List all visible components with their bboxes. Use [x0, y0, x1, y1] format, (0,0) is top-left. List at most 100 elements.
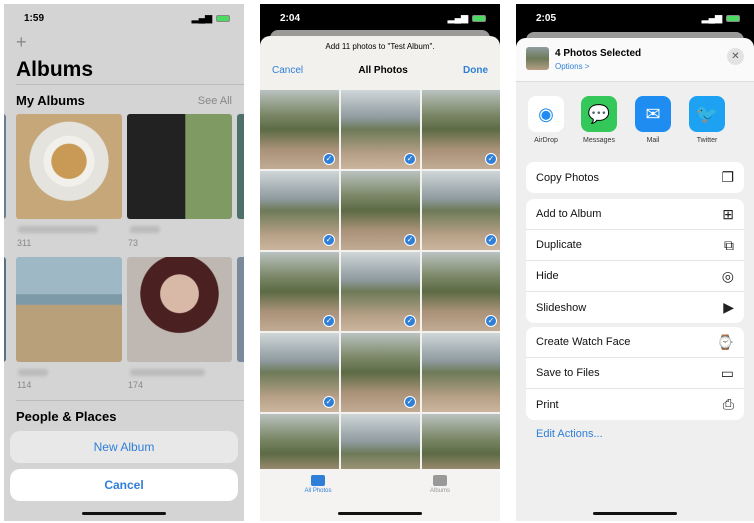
battery-icon [726, 14, 740, 22]
action-save-to-files[interactable]: Save to Files ▭ [526, 358, 744, 389]
checkmark-icon: ✓ [323, 396, 335, 408]
app-label: Mail [646, 137, 660, 144]
photos-icon [311, 475, 325, 486]
action-hide[interactable]: Hide ◎ [526, 261, 744, 292]
photo-cell[interactable]: ✓ [260, 333, 339, 412]
printer-icon: ⎙ [722, 396, 734, 412]
home-indicator [338, 512, 422, 515]
status-bar: 1:59 ▂▄▆ [4, 4, 244, 32]
tab-all-photos[interactable]: All Photos [298, 475, 338, 494]
options-link[interactable]: Options > [555, 62, 589, 71]
photo-cell[interactable]: ✓ [341, 90, 420, 169]
app-label: AirDrop [534, 137, 558, 144]
album-count: 73 [128, 238, 139, 248]
action-copy-photos[interactable]: Copy Photos ❐ [526, 162, 744, 193]
see-all-link[interactable]: See All [198, 95, 232, 107]
add-album-icon: ⊞ [722, 205, 734, 222]
action-label: Copy Photos [536, 171, 599, 184]
prompt-text: Add 11 photos to "Test Album". [325, 42, 435, 51]
photo-cell[interactable]: ✓ [341, 333, 420, 412]
divider [16, 400, 244, 401]
status-time: 1:59 [24, 12, 45, 24]
action-group: Create Watch Face ⌚ Save to Files ▭ Print ⎙ [526, 327, 744, 420]
checkmark-icon: ✓ [323, 315, 335, 327]
album-name-blurred [18, 369, 48, 376]
photo-cell[interactable]: ✓ [341, 171, 420, 250]
duplicate-icon: ⧉ [724, 236, 734, 253]
action-create-watch-face[interactable]: Create Watch Face ⌚ [526, 327, 744, 358]
selection-thumbnail [526, 47, 549, 70]
photo-cell[interactable]: ✓ [422, 171, 500, 250]
tab-label: Albums [429, 488, 450, 494]
photo-grid: ✓ ✓ ✓ ✓ ✓ ✓ ✓ ✓ ✓ ✓ ✓ [260, 90, 500, 493]
album-count: 114 [17, 380, 32, 390]
checkmark-icon: ✓ [485, 153, 497, 165]
album-thumb[interactable] [4, 114, 6, 219]
action-label: Hide [536, 270, 559, 282]
checkmark-icon: ✓ [404, 153, 416, 165]
checkmark-icon: ✓ [323, 153, 335, 165]
action-duplicate[interactable]: Duplicate ⧉ [526, 230, 744, 261]
battery-icon [216, 14, 230, 22]
album-name-blurred [18, 226, 98, 233]
action-group: Add to Album ⊞ Duplicate ⧉ Hide ◎ Slideshow ▶ [526, 199, 744, 323]
photo-cell[interactable]: ✓ [341, 252, 420, 331]
album-count: 174 [128, 380, 144, 390]
albums-screen: 1:59 ▂▄▆ + Albums My Albums See All 311 … [4, 4, 244, 521]
action-print[interactable]: Print ⎙ [526, 389, 744, 420]
photo-cell[interactable]: ✓ [422, 252, 500, 331]
copy-icon: ❐ [721, 169, 734, 185]
status-time: 2:04 [280, 12, 301, 24]
album-thumb-selfie[interactable] [127, 257, 232, 362]
album-thumb-coffee[interactable] [16, 114, 122, 219]
messages-icon: 💬 [581, 96, 617, 132]
section-title: People & Places [16, 409, 117, 424]
hide-icon: ◎ [721, 267, 734, 284]
album-thumb[interactable] [237, 114, 244, 219]
picker-title: All Photos [358, 65, 408, 76]
folder-icon: ▭ [720, 364, 734, 381]
share-app-messages[interactable]: 💬 Messages [579, 96, 619, 144]
cancel-button[interactable]: Cancel [10, 469, 238, 501]
album-thumb-beach[interactable] [16, 257, 122, 362]
edit-actions-link[interactable]: Edit Actions... [536, 428, 603, 440]
album-count: 311 [17, 238, 32, 248]
app-label: Twitter [696, 137, 718, 144]
close-icon[interactable]: ✕ [727, 48, 744, 65]
checkmark-icon: ✓ [323, 234, 335, 246]
twitter-icon: 🐦 [689, 96, 725, 132]
photo-cell[interactable] [422, 333, 500, 412]
home-indicator [82, 512, 166, 515]
share-title: 4 Photos Selected [555, 48, 642, 59]
photo-cell[interactable]: ✓ [260, 252, 339, 331]
share-app-airdrop[interactable]: ◉ AirDrop [526, 96, 566, 144]
checkmark-icon: ✓ [404, 234, 416, 246]
section-title: My Albums [16, 93, 85, 108]
signal-icon: ▂▄▆ [701, 12, 722, 23]
action-label: Add to Album [536, 208, 602, 220]
photo-picker-screen: 2:04 ▂▄▆ Add 11 photos to "Test Album". … [260, 4, 500, 521]
status-bar: 2:05 ▂▄▆ [516, 4, 754, 32]
play-icon: ▶ [723, 299, 734, 315]
new-album-button[interactable]: New Album [10, 431, 238, 463]
battery-icon [472, 14, 486, 22]
action-slideshow[interactable]: Slideshow ▶ [526, 292, 744, 323]
plus-icon[interactable]: + [16, 32, 27, 53]
action-group: Copy Photos ❐ [526, 162, 744, 193]
mail-icon: ✉ [635, 96, 671, 132]
share-app-mail[interactable]: ✉ Mail [633, 96, 673, 144]
album-thumb[interactable] [4, 257, 6, 362]
tab-bar: All Photos Albums [260, 469, 500, 521]
photo-cell[interactable]: ✓ [260, 90, 339, 169]
tab-albums[interactable]: Albums [420, 475, 460, 494]
checkmark-icon: ✓ [485, 234, 497, 246]
album-thumb-dog[interactable] [127, 114, 232, 219]
photo-cell[interactable]: ✓ [422, 90, 500, 169]
done-button[interactable]: Done [463, 65, 488, 76]
action-add-to-album[interactable]: Add to Album ⊞ [526, 199, 744, 230]
share-app-twitter[interactable]: 🐦 Twitter [687, 96, 727, 144]
album-thumb[interactable] [237, 257, 244, 362]
cancel-button[interactable]: Cancel [272, 65, 303, 76]
checkmark-icon: ✓ [404, 396, 416, 408]
photo-cell[interactable]: ✓ [260, 171, 339, 250]
